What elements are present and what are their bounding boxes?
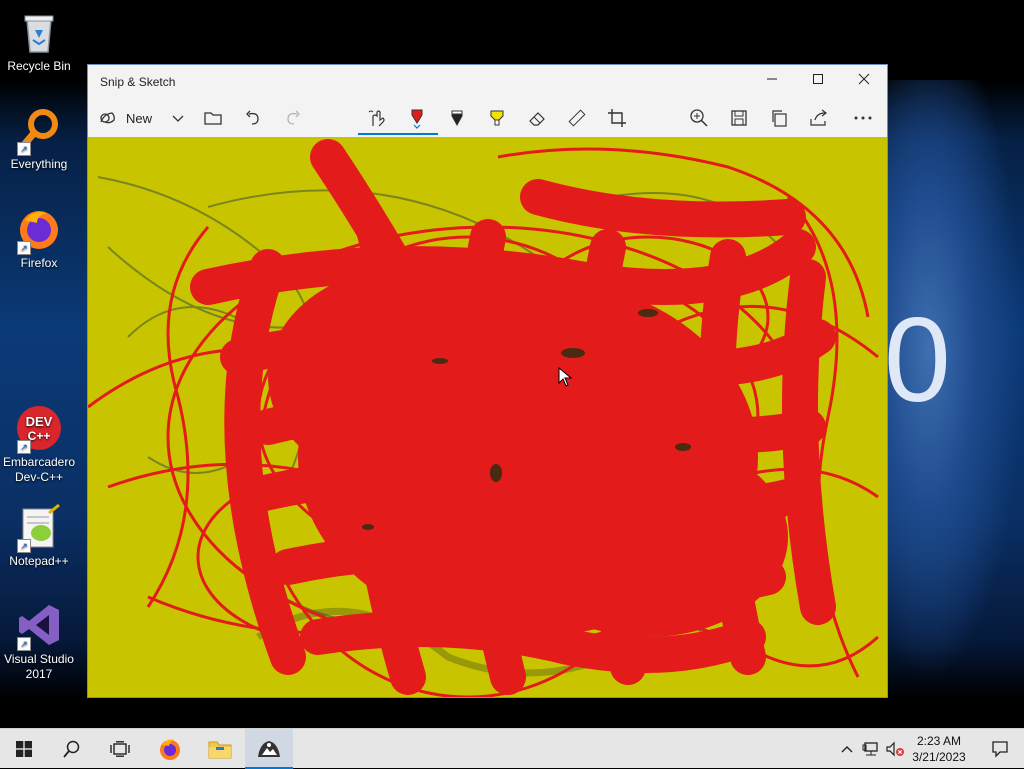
notepadpp-icon: ↗ [15, 503, 63, 553]
minimize-icon [767, 78, 777, 80]
task-view-button[interactable] [96, 729, 144, 769]
volume-button[interactable] [884, 729, 906, 769]
copy-icon [772, 110, 787, 127]
share-button[interactable] [806, 103, 832, 133]
shortcut-arrow-icon: ↗ [17, 440, 31, 454]
taskbar-snip-sketch[interactable] [245, 729, 293, 769]
highlighter-button[interactable] [484, 103, 510, 133]
action-center-button[interactable] [976, 729, 1024, 769]
close-button[interactable] [841, 65, 887, 97]
new-snip-button[interactable]: New [98, 103, 158, 133]
snip-icon [100, 112, 115, 124]
folder-icon [204, 112, 222, 125]
svg-text:C++: C++ [28, 429, 51, 443]
search-button[interactable] [48, 729, 96, 769]
chevron-up-icon [841, 746, 853, 753]
close-icon [858, 73, 870, 85]
everything-search-icon: ↗ [15, 106, 63, 156]
share-icon [810, 109, 827, 126]
save-button[interactable] [726, 103, 752, 133]
undo-icon [246, 110, 259, 125]
taskbar-file-explorer[interactable] [196, 729, 244, 769]
more-icon [854, 116, 872, 120]
clock-time: 2:23 AM [916, 734, 962, 748]
search-icon [63, 740, 80, 758]
shortcut-arrow-icon: ↗ [17, 142, 31, 156]
window-title: Snip & Sketch [100, 75, 176, 89]
toolbar: New [88, 99, 887, 137]
notifications-icon [992, 741, 1008, 758]
start-button[interactable] [0, 729, 48, 769]
desktop-icon-label: Notepad++ [9, 554, 69, 568]
ruler-icon [568, 109, 586, 127]
shortcut-arrow-icon: ↗ [17, 539, 31, 553]
desktop-icon-devcpp[interactable]: DEV C++ ↗ Embarcadero Dev-C++ [2, 404, 76, 485]
snip-sketch-window: Snip & Sketch New [87, 64, 888, 698]
network-icon [862, 742, 878, 756]
ballpoint-pen-button[interactable] [404, 103, 430, 133]
desktop-icon-label: Everything [10, 157, 68, 171]
redo-button[interactable] [280, 103, 306, 133]
desktop-icon-everything[interactable]: ↗ Everything [2, 106, 76, 172]
clock[interactable]: 2:23 AM 3/21/2023 [905, 733, 973, 765]
shortcut-arrow-icon: ↗ [17, 637, 31, 651]
redo-icon [287, 110, 300, 125]
svg-text:DEV: DEV [26, 414, 53, 429]
undo-button[interactable] [240, 103, 266, 133]
desktop-icon-notepadpp[interactable]: ↗ Notepad++ [2, 503, 76, 569]
firefox-icon [160, 739, 180, 760]
new-label: New [126, 110, 153, 126]
more-options-button[interactable] [848, 103, 878, 133]
devcpp-icon: DEV C++ ↗ [15, 404, 63, 454]
copy-button[interactable] [766, 103, 792, 133]
taskbar: 2:23 AM 3/21/2023 [0, 728, 1024, 769]
network-button[interactable] [860, 729, 882, 769]
crop-button[interactable] [604, 103, 630, 133]
task-view-icon [110, 741, 130, 757]
drawing-canvas[interactable] [88, 137, 887, 697]
save-icon [731, 110, 747, 126]
taskbar-firefox[interactable] [146, 729, 194, 769]
pencil-button[interactable] [444, 103, 470, 133]
active-tool-underline [358, 133, 438, 135]
title-bar[interactable]: Snip & Sketch [88, 65, 887, 99]
visual-studio-icon: ↗ [15, 601, 63, 651]
open-file-button[interactable] [200, 103, 226, 133]
highlighter-icon [490, 110, 504, 126]
wallpaper-digit: 0 [884, 293, 951, 427]
snip-sketch-icon [258, 741, 280, 757]
volume-muted-icon [886, 741, 904, 757]
maximize-icon [813, 74, 823, 84]
new-dropdown-button[interactable] [166, 103, 190, 133]
eraser-icon [529, 112, 545, 126]
touch-writing-icon [368, 110, 385, 127]
crop-icon [608, 109, 626, 127]
chevron-down-icon [172, 115, 184, 122]
desktop-icon-recycle-bin[interactable]: Recycle Bin [2, 8, 76, 74]
shortcut-arrow-icon: ↗ [17, 241, 31, 255]
ballpoint-pen-icon [411, 109, 423, 129]
file-explorer-icon [208, 741, 232, 759]
maximize-button[interactable] [795, 65, 841, 97]
ink-strokes [88, 139, 880, 697]
desktop-icon-label: Firefox [20, 256, 58, 270]
zoom-icon [690, 109, 708, 127]
desktop-icon-firefox[interactable]: ↗ Firefox [2, 205, 76, 271]
desktop-icon-label: Recycle Bin [7, 59, 71, 73]
desktop-icon-label: Visual Studio 2017 [4, 652, 74, 681]
clock-date: 3/21/2023 [912, 750, 966, 764]
desktop-icon-visual-studio[interactable]: ↗ Visual Studio 2017 [2, 601, 76, 682]
touch-writing-button[interactable] [364, 103, 390, 133]
pencil-icon [451, 110, 463, 127]
minimize-button[interactable] [749, 65, 795, 97]
show-hidden-icons-button[interactable] [836, 729, 858, 769]
zoom-button[interactable] [686, 103, 712, 133]
mouse-cursor-icon [558, 367, 572, 387]
ruler-button[interactable] [564, 103, 590, 133]
desktop-icon-label: Embarcadero Dev-C++ [2, 455, 76, 484]
start-icon [16, 741, 32, 757]
firefox-icon: ↗ [15, 205, 63, 255]
eraser-button[interactable] [524, 103, 550, 133]
recycle-bin-icon [15, 8, 63, 56]
